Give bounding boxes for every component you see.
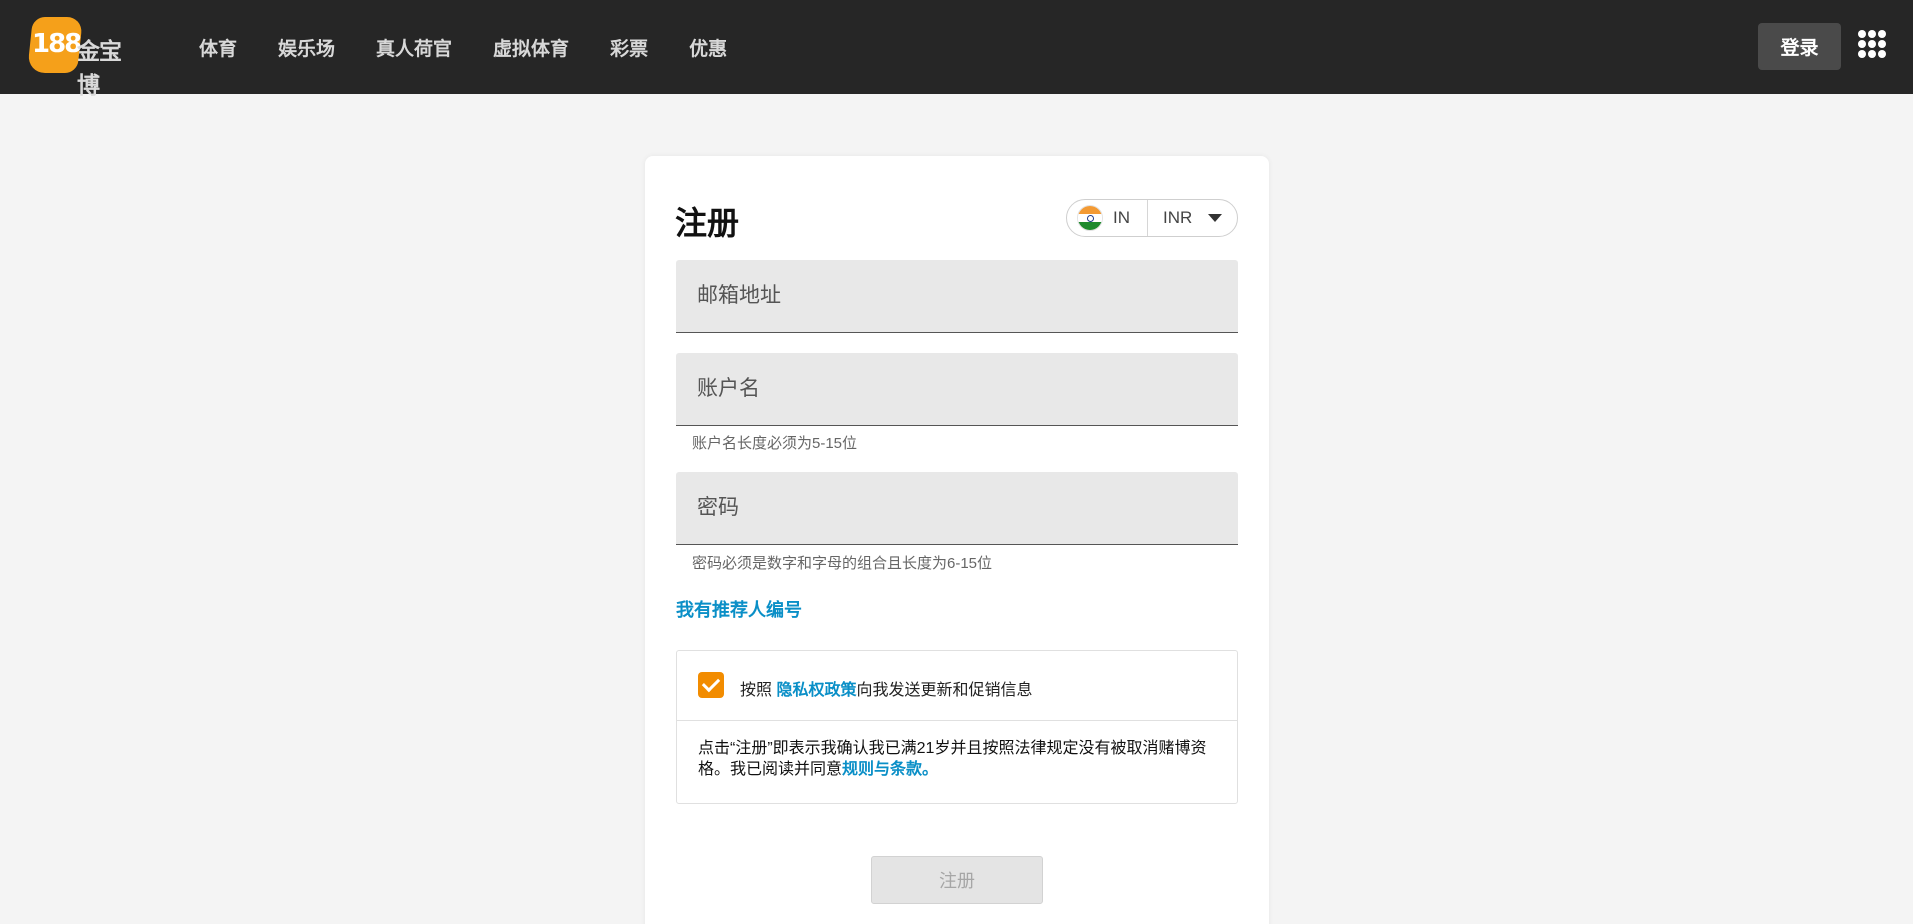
privacy-policy-link[interactable]: 隐私权政策: [776, 682, 856, 699]
marketing-consent-row: 按照 隐私权政策向我发送更新和促销信息: [677, 651, 1237, 721]
email-field-wrapper: [676, 260, 1238, 333]
marketing-consent-checkbox[interactable]: [698, 672, 724, 698]
india-flag-icon: [1077, 205, 1103, 231]
country-selector[interactable]: IN: [1067, 200, 1148, 236]
password-input[interactable]: [676, 472, 1238, 544]
nav-item-casino[interactable]: 娱乐场: [278, 34, 335, 61]
username-input[interactable]: [676, 353, 1238, 425]
nav-item-sports[interactable]: 体育: [199, 34, 237, 61]
currency-code: INR: [1163, 208, 1193, 227]
logo-number: 188: [32, 29, 82, 59]
email-input[interactable]: [676, 260, 1238, 332]
currency-selector[interactable]: INR: [1148, 200, 1237, 236]
terms-link[interactable]: 规则与条款。: [842, 761, 938, 778]
terms-statement: 点击“注册”即表示我确认我已满21岁并且按照法律规定没有被取消赌博资格。我已阅读…: [698, 740, 1207, 778]
region-currency-selector: IN INR: [1066, 199, 1238, 237]
logo-text: 金宝博: [77, 38, 122, 98]
nav-item-promotions[interactable]: 优惠: [689, 34, 727, 61]
login-button[interactable]: 登录: [1758, 23, 1841, 70]
username-hint: 账户名长度必须为5-15位: [692, 435, 858, 452]
nav-item-lottery[interactable]: 彩票: [610, 34, 648, 61]
password-hint: 密码必须是数字和字母的组合且长度为6-15位: [692, 555, 993, 572]
register-card: 注册 IN INR 账户名长度必须为5-15位 密码必须是数字和字母的组合且长度…: [645, 156, 1269, 924]
brand-logo[interactable]: 188 金宝博: [27, 15, 140, 98]
consent-box: 按照 隐私权政策向我发送更新和促销信息 点击“注册”即表示我确认我已满21岁并且…: [676, 650, 1238, 804]
top-navigation-bar: 188 金宝博 体育 娱乐场 真人荷官 虚拟体育 彩票 优惠 登录: [0, 0, 1913, 98]
terms-text: 点击“注册”即表示我确认我已满21岁并且按照法律规定没有被取消赌博资格。我已阅读…: [698, 738, 1218, 780]
marketing-consent-text: 按照 隐私权政策向我发送更新和促销信息: [740, 676, 1032, 700]
grid-dots-icon[interactable]: [1858, 30, 1886, 58]
consent-suffix: 向我发送更新和促销信息: [856, 682, 1033, 699]
password-field-wrapper: [676, 472, 1238, 545]
caret-down-icon: [1208, 214, 1223, 222]
main-nav: 体育 娱乐场 真人荷官 虚拟体育 彩票 优惠: [199, 0, 768, 94]
country-code: IN: [1113, 208, 1130, 227]
register-button[interactable]: 注册: [871, 856, 1043, 904]
referral-code-link[interactable]: 我有推荐人编号: [676, 596, 802, 622]
nav-item-virtual-sports[interactable]: 虚拟体育: [493, 34, 569, 61]
consent-prefix: 按照: [740, 682, 777, 699]
page-title: 注册: [675, 205, 740, 241]
username-field-wrapper: [676, 353, 1238, 426]
nav-item-live-dealer[interactable]: 真人荷官: [376, 34, 452, 61]
